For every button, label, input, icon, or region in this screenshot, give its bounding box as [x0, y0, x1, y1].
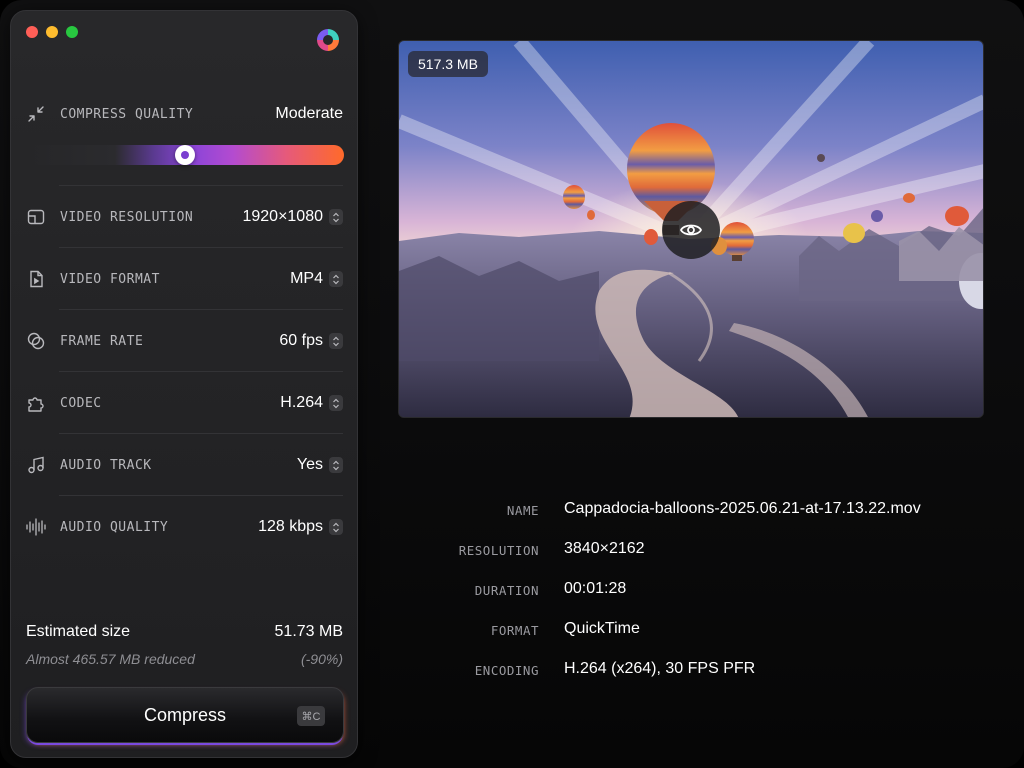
- setting-row-resolution[interactable]: VIDEO RESOLUTION 1920×1080: [25, 186, 343, 248]
- estimated-size-panel: Estimated size 51.73 MB Almost 465.57 MB…: [26, 623, 343, 667]
- compress-quality-slider[interactable]: [26, 145, 344, 165]
- info-value: 3840×2162: [564, 540, 645, 557]
- setting-value: 60 fps: [279, 332, 323, 349]
- music-note-icon: [25, 454, 47, 476]
- compress-quality-row: COMPRESS QUALITY Moderate: [25, 83, 343, 145]
- setting-value: 1920×1080: [242, 208, 323, 225]
- estimated-size-value: 51.73 MB: [274, 623, 343, 640]
- video-preview[interactable]: 517.3 MB: [398, 40, 984, 418]
- up-down-chevron-icon[interactable]: [329, 519, 343, 535]
- file-size-badge: 517.3 MB: [408, 51, 488, 77]
- frame-rate-icon: [25, 330, 47, 352]
- up-down-chevron-icon[interactable]: [329, 457, 343, 473]
- setting-row-framerate[interactable]: FRAME RATE 60 fps: [25, 310, 343, 372]
- resolution-icon: [25, 206, 47, 228]
- compress-quality-value: Moderate: [275, 105, 343, 122]
- slider-knob[interactable]: [175, 145, 195, 165]
- setting-value: H.264: [280, 394, 323, 411]
- info-row-resolution: RESOLUTION 3840×2162: [420, 540, 1000, 580]
- info-row-encoding: ENCODING H.264 (x264), 30 FPS PFR: [420, 660, 1000, 700]
- setting-value: Yes: [296, 456, 323, 473]
- setting-row-codec[interactable]: CODEC H.264: [25, 372, 343, 434]
- app-window: COMPRESS QUALITY Moderate VIDEO RESOLUTI…: [0, 0, 1024, 768]
- eye-icon: [679, 224, 703, 236]
- puzzle-icon: [25, 392, 47, 414]
- setting-row-audio-quality[interactable]: AUDIO QUALITY 128 kbps: [25, 496, 343, 558]
- info-key: NAME: [506, 503, 539, 518]
- app-logo-icon: [317, 29, 339, 51]
- settings-sidebar: COMPRESS QUALITY Moderate VIDEO RESOLUTI…: [10, 10, 358, 758]
- estimated-size-label: Estimated size: [26, 623, 131, 640]
- up-down-chevron-icon[interactable]: [329, 209, 343, 225]
- waveform-icon: [25, 516, 47, 538]
- setting-label: FRAME RATE: [60, 333, 144, 349]
- setting-label: CODEC: [60, 395, 102, 411]
- info-value: 00:01:28: [564, 580, 627, 597]
- info-value: H.264 (x264), 30 FPS PFR: [564, 660, 756, 677]
- preview-eye-button[interactable]: [662, 201, 720, 259]
- info-row-name: NAME Cappadocia-balloons-2025.06.21-at-1…: [420, 500, 1000, 540]
- minimize-window-button[interactable]: [46, 26, 58, 38]
- close-window-button[interactable]: [26, 26, 38, 38]
- video-file-icon: [25, 268, 47, 290]
- shortcut-badge: ⌘C: [297, 706, 325, 726]
- setting-value: MP4: [290, 270, 323, 287]
- setting-label: VIDEO RESOLUTION: [60, 209, 194, 225]
- setting-value: 128 kbps: [258, 518, 323, 535]
- info-key: RESOLUTION: [458, 543, 539, 558]
- file-info-panel: NAME Cappadocia-balloons-2025.06.21-at-1…: [420, 500, 1000, 700]
- setting-label: AUDIO QUALITY: [60, 519, 169, 535]
- compress-button-label: Compress: [143, 704, 227, 725]
- compress-arrows-icon: [25, 103, 47, 125]
- compress-quality-label: COMPRESS QUALITY: [60, 106, 194, 122]
- setting-row-format[interactable]: VIDEO FORMAT MP4: [25, 248, 343, 310]
- info-value: Cappadocia-balloons-2025.06.21-at-17.13.…: [564, 500, 921, 517]
- up-down-chevron-icon[interactable]: [329, 271, 343, 287]
- reduced-size-text: Almost 465.57 MB reduced: [26, 651, 195, 667]
- compress-button[interactable]: Compress ⌘C: [26, 687, 344, 743]
- info-value: QuickTime: [564, 620, 640, 637]
- setting-row-audio-track[interactable]: AUDIO TRACK Yes: [25, 434, 343, 496]
- setting-label: AUDIO TRACK: [60, 457, 152, 473]
- setting-label: VIDEO FORMAT: [60, 271, 160, 287]
- info-key: ENCODING: [474, 663, 539, 678]
- info-row-format: FORMAT QuickTime: [420, 620, 1000, 660]
- info-key: DURATION: [474, 583, 539, 598]
- zoom-window-button[interactable]: [66, 26, 78, 38]
- window-controls: [26, 26, 78, 38]
- up-down-chevron-icon[interactable]: [329, 395, 343, 411]
- info-key: FORMAT: [490, 623, 539, 638]
- info-row-duration: DURATION 00:01:28: [420, 580, 1000, 620]
- reduced-percent: (-90%): [300, 651, 343, 667]
- up-down-chevron-icon[interactable]: [329, 333, 343, 349]
